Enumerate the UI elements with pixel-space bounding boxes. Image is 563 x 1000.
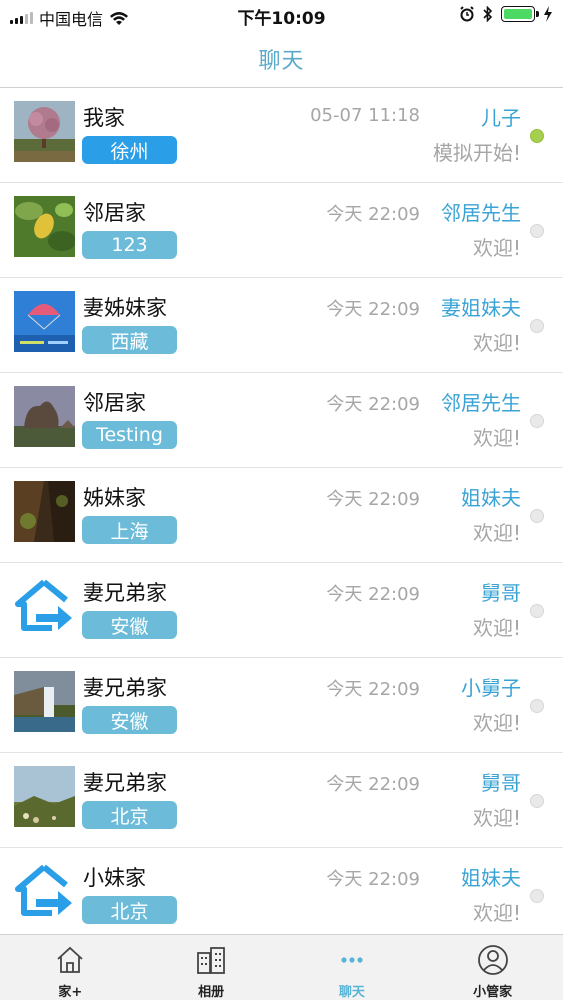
charging-icon [544, 6, 552, 22]
offline-status-dot [530, 319, 544, 333]
last-message: 欢迎! [472, 426, 521, 450]
home-icon [14, 576, 75, 637]
battery-icon [501, 6, 539, 22]
last-message: 欢迎! [472, 711, 521, 735]
family-name: 姊妹家 [83, 486, 146, 510]
location-tag: Testing [82, 421, 177, 449]
offline-status-dot [530, 509, 544, 523]
location-tag: 徐州 [82, 136, 177, 164]
location-tag: 安徽 [82, 706, 177, 734]
family-name: 邻居家 [83, 201, 146, 225]
family-name: 妻兄弟家 [83, 676, 167, 700]
location-tag: 北京 [82, 801, 177, 829]
family-photo [14, 481, 75, 542]
tab-label: 小管家 [473, 985, 513, 1000]
family-photo [14, 196, 75, 257]
message-time: 今天 22:09 [326, 204, 420, 225]
family-name: 邻居家 [83, 391, 146, 415]
online-status-dot [530, 129, 544, 143]
sender-name: 儿子 [481, 106, 521, 130]
offline-status-dot [530, 414, 544, 428]
tab-bar: 家+ 相册 聊天 小管家 [0, 934, 563, 1000]
family-name: 我家 [83, 106, 125, 130]
chat-row[interactable]: 小妹家 北京 今天 22:09 姐妹夫 欢迎! [0, 848, 563, 943]
last-message: 欢迎! [472, 616, 521, 640]
chat-row[interactable]: 邻居家 123 今天 22:09 邻居先生 欢迎! [0, 183, 563, 278]
chat-row[interactable]: 我家 徐州 05-07 11:18 儿子 模拟开始! [0, 88, 563, 183]
location-tag: 上海 [82, 516, 177, 544]
family-photo [14, 766, 75, 827]
page-title: 聊天 [258, 48, 305, 74]
offline-status-dot [530, 794, 544, 808]
building-icon [195, 944, 227, 976]
message-time: 今天 22:09 [326, 489, 420, 510]
tab-album[interactable]: 相册 [141, 935, 282, 1000]
tab-butler[interactable]: 小管家 [422, 935, 563, 1000]
sender-name: 姐妹夫 [461, 866, 521, 890]
sender-name: 小舅子 [461, 676, 521, 700]
offline-status-dot [530, 699, 544, 713]
location-tag: 西藏 [82, 326, 177, 354]
chat-list[interactable]: 我家 徐州 05-07 11:18 儿子 模拟开始! 邻居家 123 今天 22… [0, 88, 563, 943]
home-icon [14, 861, 75, 922]
message-time: 今天 22:09 [326, 679, 420, 700]
sender-name: 姐妹夫 [461, 486, 521, 510]
family-photo [14, 101, 75, 162]
message-time: 05-07 11:18 [310, 105, 420, 126]
location-tag: 安徽 [82, 611, 177, 639]
tab-label: 家+ [58, 985, 83, 1000]
last-message: 欢迎! [472, 521, 521, 545]
chat-dots-icon [336, 944, 368, 976]
message-time: 今天 22:09 [326, 584, 420, 605]
last-message: 欢迎! [472, 901, 521, 925]
message-time: 今天 22:09 [326, 394, 420, 415]
chat-row[interactable]: 妻姊妹家 西藏 今天 22:09 妻姐妹夫 欢迎! [0, 278, 563, 373]
message-time: 今天 22:09 [326, 869, 420, 890]
chat-row[interactable]: 妻兄弟家 安徽 今天 22:09 舅哥 欢迎! [0, 563, 563, 658]
tab-label: 聊天 [338, 985, 365, 1000]
tab-label: 相册 [198, 985, 225, 1000]
house-icon [54, 944, 86, 976]
last-message: 欢迎! [472, 236, 521, 260]
status-right [459, 6, 553, 22]
family-name: 妻兄弟家 [83, 581, 167, 605]
family-name: 妻姊妹家 [83, 296, 167, 320]
family-photo [14, 291, 75, 352]
nav-bar: 聊天 [0, 30, 563, 88]
alarm-icon [460, 6, 474, 22]
sender-name: 舅哥 [481, 581, 521, 605]
offline-status-dot [530, 604, 544, 618]
offline-status-dot [530, 224, 544, 238]
family-name: 妻兄弟家 [83, 771, 167, 795]
family-name: 小妹家 [83, 866, 146, 890]
sender-name: 妻姐妹夫 [441, 296, 521, 320]
offline-status-dot [530, 889, 544, 903]
family-photo [14, 671, 75, 732]
message-time: 今天 22:09 [326, 774, 420, 795]
message-time: 今天 22:09 [326, 299, 420, 320]
status-bar: 中国电信 下午10:09 [0, 0, 563, 30]
last-message: 模拟开始! [432, 141, 521, 165]
sender-name: 邻居先生 [441, 391, 521, 415]
chat-row[interactable]: 邻居家 Testing 今天 22:09 邻居先生 欢迎! [0, 373, 563, 468]
last-message: 欢迎! [472, 331, 521, 355]
tab-home[interactable]: 家+ [0, 935, 141, 1000]
bluetooth-icon [483, 6, 493, 22]
tab-chat[interactable]: 聊天 [282, 935, 423, 1000]
chat-row[interactable]: 姊妹家 上海 今天 22:09 姐妹夫 欢迎! [0, 468, 563, 563]
location-tag: 123 [82, 231, 177, 259]
chat-row[interactable]: 妻兄弟家 安徽 今天 22:09 小舅子 欢迎! [0, 658, 563, 753]
last-message: 欢迎! [472, 806, 521, 830]
sender-name: 舅哥 [481, 771, 521, 795]
chat-row[interactable]: 妻兄弟家 北京 今天 22:09 舅哥 欢迎! [0, 753, 563, 848]
location-tag: 北京 [82, 896, 177, 924]
person-icon [477, 944, 509, 976]
sender-name: 邻居先生 [441, 201, 521, 225]
family-photo [14, 386, 75, 447]
